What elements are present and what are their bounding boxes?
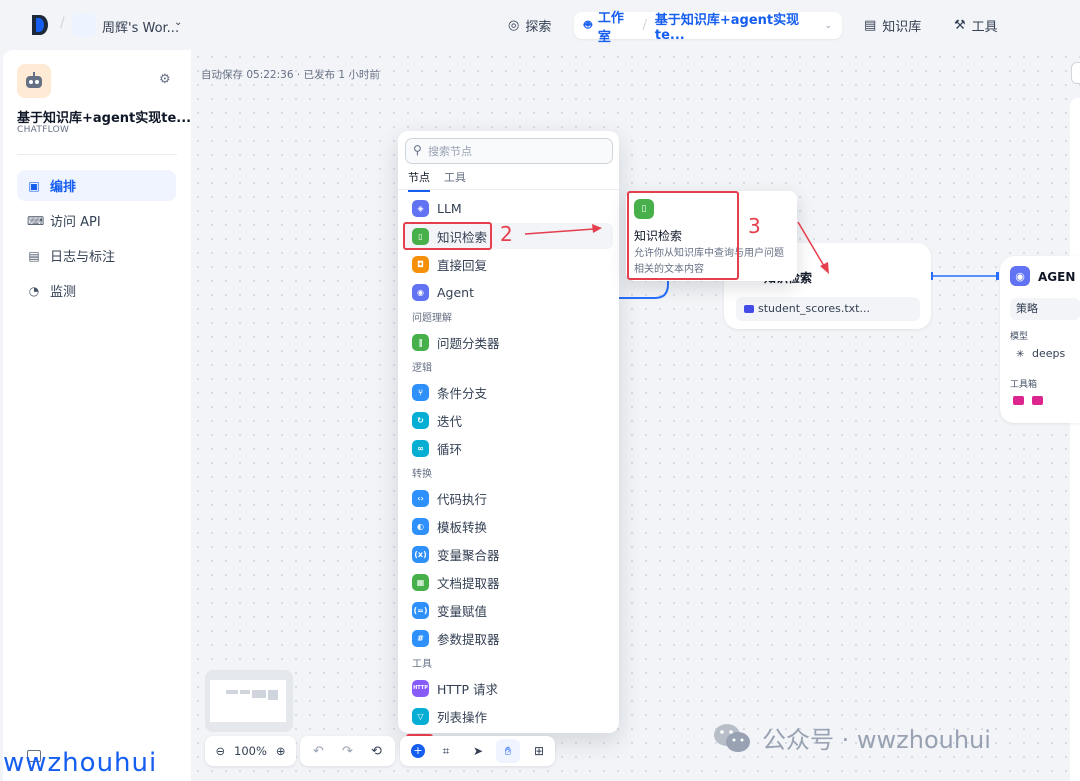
minimap[interactable] xyxy=(205,670,293,732)
undo-icon[interactable]: ↶ xyxy=(313,744,324,759)
wechat-icon xyxy=(714,723,750,752)
watermark-right: 公众号 · wwzhouhui xyxy=(712,720,991,755)
history-icon[interactable]: ⟲ xyxy=(371,744,382,759)
zoom-level[interactable]: 100% xyxy=(234,744,267,758)
zoom-out-icon[interactable]: ⊖ xyxy=(215,744,225,758)
canvas-toolbar: + ⌗ ➤ ✋︎ ⊞ xyxy=(400,736,555,766)
redo-icon[interactable]: ↷ xyxy=(342,744,353,759)
history-controls: ↶ ↷ ⟲ xyxy=(300,736,395,766)
organize-icon[interactable]: ⊞ xyxy=(527,739,551,763)
zoom-in-icon[interactable]: ⊕ xyxy=(276,744,286,758)
add-note-icon[interactable]: ⌗ xyxy=(434,739,458,763)
add-node-button[interactable]: + xyxy=(406,739,430,763)
hand-icon[interactable]: ✋︎ xyxy=(496,739,520,763)
watermark-left: wwzhouhui xyxy=(3,748,158,778)
zoom-controls: ⊖ 100% ⊕ xyxy=(205,736,296,766)
pointer-icon[interactable]: ➤ xyxy=(466,739,490,763)
watermark-right-text: 公众号 · wwzhouhui xyxy=(762,726,991,754)
plus-icon: + xyxy=(411,744,425,758)
annotation-arrows xyxy=(524,221,829,274)
